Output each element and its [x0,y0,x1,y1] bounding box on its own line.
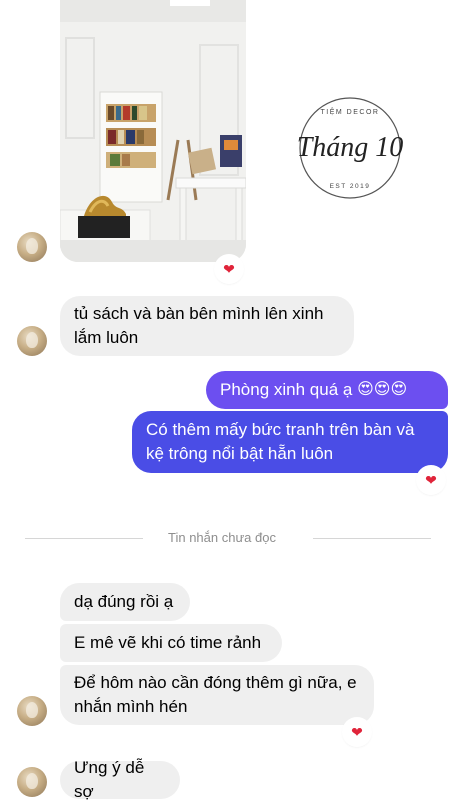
room-photo-illustration [60,0,246,262]
divider-line-right [313,538,431,539]
brand-watermark: TIỆM DECOR Tháng 10 EST 2019 [297,97,404,199]
heart-eyes-emoji: 😍😍😍 [357,381,408,398]
sender-avatar[interactable] [17,232,47,262]
sender-avatar[interactable] [17,696,47,726]
message-reaction-heart-icon[interactable]: ❤ [344,719,370,745]
incoming-message-bubble[interactable]: tủ sách và bàn bên mình lên xinh lắm luô… [60,296,354,356]
sender-avatar[interactable] [17,767,47,797]
photo-reaction-heart-icon[interactable]: ❤ [216,256,242,282]
incoming-message-bubble[interactable]: Để hôm nào cần đóng thêm gì nữa, e nhắn … [60,665,374,725]
message-reaction-heart-icon[interactable]: ❤ [418,467,444,493]
incoming-message-bubble[interactable]: Ưng ý dễ sợ [60,758,180,801]
outgoing-message-bubble[interactable]: Phòng xinh quá ạ 😍😍😍 [206,371,448,409]
watermark-bottom-text: EST 2019 [330,183,371,190]
watermark-brand-text: Tháng 10 [297,132,404,163]
watermark-top-text: TIỆM DECOR [321,107,380,116]
shared-photo[interactable] [60,0,246,262]
incoming-message-bubble[interactable]: dạ đúng rồi ạ [60,583,190,621]
unread-divider-label: Tin nhắn chưa đọc [168,530,276,545]
divider-line-left [25,538,143,539]
incoming-message-bubble[interactable]: E mê vẽ khi có time rảnh [60,624,282,662]
sender-avatar[interactable] [17,326,47,356]
outgoing-message-bubble[interactable]: Có thêm mấy bức tranh trên bàn và kệ trô… [132,411,448,473]
